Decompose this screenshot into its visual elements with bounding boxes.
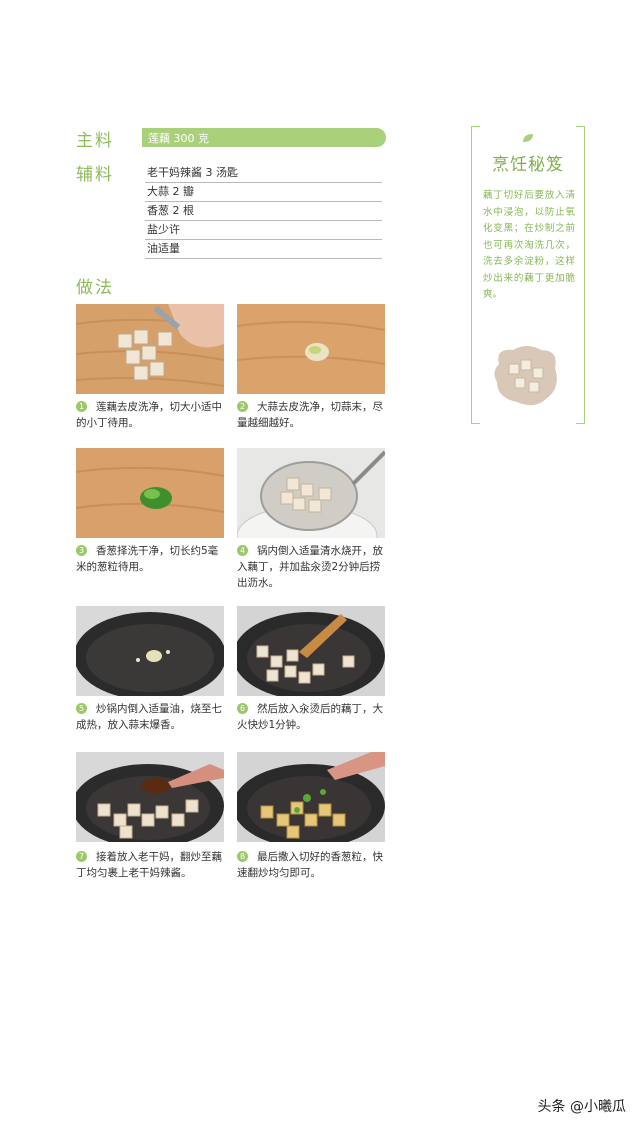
aux-ingredient-item: 老干妈辣酱 3 汤匙 bbox=[145, 164, 382, 183]
tips-dish-photo bbox=[494, 346, 557, 406]
step-4-text: 4 锅内倒入适量清水烧开，放入藕丁，并加盐汆烫2分钟后捞出沥水。 bbox=[237, 543, 387, 591]
main-ingredient-value: 莲藕 300 克 bbox=[148, 132, 209, 145]
tips-text: 藕丁切好后要放入清水中浸泡，以防止氧化变黑；在炒制之前也可再次淘洗几次，洗去多余… bbox=[483, 190, 575, 300]
step-3-photo bbox=[76, 448, 224, 538]
step-2-description: 大蒜去皮洗净，切蒜末，尽量越细越好。 bbox=[237, 401, 383, 429]
step-number-badge: 4 bbox=[237, 545, 248, 556]
step-6-text: 6 然后放入汆烫后的藕丁，大火快炒1分钟。 bbox=[237, 701, 387, 733]
leaf-icon bbox=[523, 134, 533, 142]
step-number-badge: 6 bbox=[237, 703, 248, 714]
step-1-text: 1 莲藕去皮洗净，切大小适中的小丁待用。 bbox=[76, 399, 226, 431]
step-5-description: 炒锅内倒入适量油，烧至七成热，放入蒜末爆香。 bbox=[76, 703, 222, 731]
aux-ingredient-item: 大蒜 2 瓣 bbox=[145, 183, 382, 202]
step-3-description: 香葱择洗干净，切长约5毫米的葱粒待用。 bbox=[76, 545, 219, 573]
step-1-photo bbox=[76, 304, 224, 394]
step-6-description: 然后放入汆烫后的藕丁，大火快炒1分钟。 bbox=[237, 703, 383, 731]
step-8-description: 最后撒入切好的香葱粒，快速翻炒均匀即可。 bbox=[237, 851, 383, 879]
tips-title: 烹饪秘笈 bbox=[492, 155, 564, 175]
step-7-photo bbox=[76, 752, 224, 842]
method-label: 做法 bbox=[76, 278, 114, 298]
watermark: 头条 @小曦瓜 bbox=[537, 1099, 626, 1115]
step-2-text: 2 大蒜去皮洗净，切蒜末，尽量越细越好。 bbox=[237, 399, 387, 431]
aux-ingredient-label: 辅料 bbox=[76, 165, 114, 185]
step-7-text: 7 接着放入老干妈，翻炒至藕丁均匀裹上老干妈辣酱。 bbox=[76, 849, 226, 881]
step-number-badge: 7 bbox=[76, 851, 87, 862]
step-5-photo bbox=[76, 606, 224, 696]
step-5-text: 5 炒锅内倒入适量油，烧至七成热，放入蒜末爆香。 bbox=[76, 701, 226, 733]
aux-ingredient-item: 香葱 2 根 bbox=[145, 202, 382, 221]
aux-ingredient-list: 老干妈辣酱 3 汤匙 大蒜 2 瓣 香葱 2 根 盐少许 油适量 bbox=[145, 164, 382, 259]
step-4-photo bbox=[237, 448, 385, 538]
step-1-description: 莲藕去皮洗净，切大小适中的小丁待用。 bbox=[76, 401, 222, 429]
aux-ingredient-item: 油适量 bbox=[145, 240, 382, 259]
step-number-badge: 5 bbox=[76, 703, 87, 714]
step-number-badge: 8 bbox=[237, 851, 248, 862]
step-2-photo bbox=[237, 304, 385, 394]
step-3-text: 3 香葱择洗干净，切长约5毫米的葱粒待用。 bbox=[76, 543, 226, 575]
step-8-photo bbox=[237, 752, 385, 842]
step-6-photo bbox=[237, 606, 385, 696]
step-7-description: 接着放入老干妈，翻炒至藕丁均匀裹上老干妈辣酱。 bbox=[76, 851, 222, 879]
step-number-badge: 3 bbox=[76, 545, 87, 556]
main-ingredient-label: 主料 bbox=[76, 131, 114, 151]
step-8-text: 8 最后撒入切好的香葱粒，快速翻炒均匀即可。 bbox=[237, 849, 387, 881]
step-number-badge: 2 bbox=[237, 401, 248, 412]
main-ingredient-bar: 莲藕 300 克 bbox=[142, 128, 386, 147]
step-number-badge: 1 bbox=[76, 401, 87, 412]
aux-ingredient-item: 盐少许 bbox=[145, 221, 382, 240]
step-4-description: 锅内倒入适量清水烧开，放入藕丁，并加盐汆烫2分钟后捞出沥水。 bbox=[237, 545, 383, 589]
cooking-tips-box: 烹饪秘笈 藕丁切好后要放入清水中浸泡，以防止氧化变黑；在炒制之前也可再次淘洗几次… bbox=[471, 126, 585, 424]
